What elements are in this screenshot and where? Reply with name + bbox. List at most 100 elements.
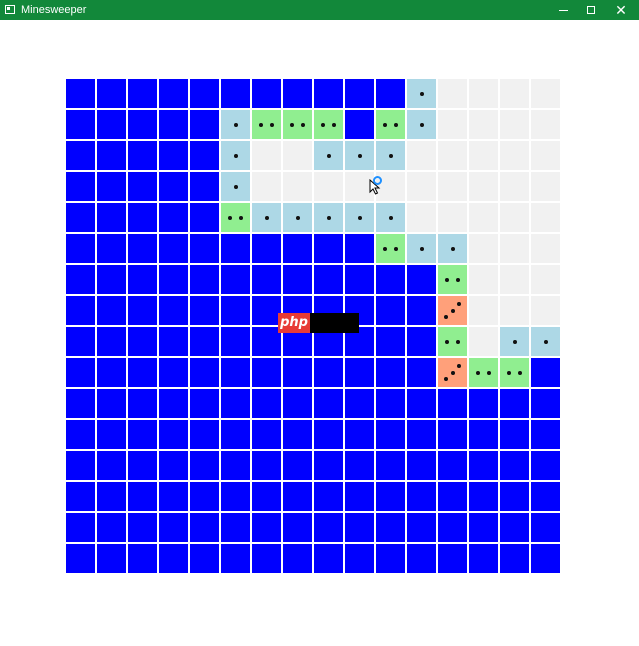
cell-hidden-r12c1[interactable] bbox=[97, 451, 126, 480]
cell-hidden-r0c0[interactable] bbox=[66, 79, 95, 108]
cell-hidden-r9c3[interactable] bbox=[159, 358, 188, 387]
cell-hidden-r8c10[interactable] bbox=[376, 327, 405, 356]
cell-hidden-r13c7[interactable] bbox=[283, 482, 312, 511]
cell-hidden-r13c11[interactable] bbox=[407, 482, 436, 511]
cell-hidden-r9c2[interactable] bbox=[128, 358, 157, 387]
cell-hidden-r11c13[interactable] bbox=[469, 420, 498, 449]
cell-hidden-r14c6[interactable] bbox=[252, 513, 281, 542]
cell-hidden-r0c5[interactable] bbox=[221, 79, 250, 108]
cell-hidden-r6c2[interactable] bbox=[128, 265, 157, 294]
cell-hidden-r2c3[interactable] bbox=[159, 141, 188, 170]
cell-hidden-r13c0[interactable] bbox=[66, 482, 95, 511]
cell-hidden-r9c9[interactable] bbox=[345, 358, 374, 387]
cell-hidden-r5c9[interactable] bbox=[345, 234, 374, 263]
cell-hidden-r15c15[interactable] bbox=[531, 544, 560, 573]
cell-hidden-r7c4[interactable] bbox=[190, 296, 219, 325]
cell-hidden-r8c0[interactable] bbox=[66, 327, 95, 356]
cell-hidden-r6c1[interactable] bbox=[97, 265, 126, 294]
cell-hidden-r11c2[interactable] bbox=[128, 420, 157, 449]
cell-hidden-r13c15[interactable] bbox=[531, 482, 560, 511]
cell-hidden-r15c10[interactable] bbox=[376, 544, 405, 573]
cell-hidden-r12c12[interactable] bbox=[438, 451, 467, 480]
cell-hidden-r11c10[interactable] bbox=[376, 420, 405, 449]
cell-hidden-r3c4[interactable] bbox=[190, 172, 219, 201]
cell-hidden-r14c9[interactable] bbox=[345, 513, 374, 542]
cell-hidden-r10c6[interactable] bbox=[252, 389, 281, 418]
cell-hidden-r14c4[interactable] bbox=[190, 513, 219, 542]
cell-hidden-r12c2[interactable] bbox=[128, 451, 157, 480]
cell-hidden-r15c3[interactable] bbox=[159, 544, 188, 573]
cell-hidden-r6c7[interactable] bbox=[283, 265, 312, 294]
cell-hidden-r9c1[interactable] bbox=[97, 358, 126, 387]
cell-hidden-r12c3[interactable] bbox=[159, 451, 188, 480]
cell-hidden-r13c2[interactable] bbox=[128, 482, 157, 511]
cell-hidden-r5c0[interactable] bbox=[66, 234, 95, 263]
cell-hidden-r8c3[interactable] bbox=[159, 327, 188, 356]
cell-hidden-r14c14[interactable] bbox=[500, 513, 529, 542]
cell-hidden-r11c8[interactable] bbox=[314, 420, 343, 449]
cell-hidden-r8c6[interactable] bbox=[252, 327, 281, 356]
cell-hidden-r0c3[interactable] bbox=[159, 79, 188, 108]
cell-hidden-r14c3[interactable] bbox=[159, 513, 188, 542]
cell-hidden-r4c1[interactable] bbox=[97, 203, 126, 232]
cell-hidden-r9c10[interactable] bbox=[376, 358, 405, 387]
cell-hidden-r9c6[interactable] bbox=[252, 358, 281, 387]
cell-hidden-r2c4[interactable] bbox=[190, 141, 219, 170]
cell-hidden-r3c1[interactable] bbox=[97, 172, 126, 201]
cell-hidden-r12c8[interactable] bbox=[314, 451, 343, 480]
cell-hidden-r7c6[interactable] bbox=[252, 296, 281, 325]
cell-hidden-r15c0[interactable] bbox=[66, 544, 95, 573]
cell-hidden-r5c1[interactable] bbox=[97, 234, 126, 263]
cell-hidden-r9c15[interactable] bbox=[531, 358, 560, 387]
cell-hidden-r8c5[interactable] bbox=[221, 327, 250, 356]
cell-hidden-r11c12[interactable] bbox=[438, 420, 467, 449]
cell-hidden-r12c14[interactable] bbox=[500, 451, 529, 480]
cell-hidden-r2c2[interactable] bbox=[128, 141, 157, 170]
cell-hidden-r15c13[interactable] bbox=[469, 544, 498, 573]
cell-hidden-r14c1[interactable] bbox=[97, 513, 126, 542]
cell-hidden-r10c7[interactable] bbox=[283, 389, 312, 418]
cell-hidden-r3c3[interactable] bbox=[159, 172, 188, 201]
cell-hidden-r15c14[interactable] bbox=[500, 544, 529, 573]
cell-hidden-r12c0[interactable] bbox=[66, 451, 95, 480]
cell-hidden-r6c5[interactable] bbox=[221, 265, 250, 294]
cell-hidden-r0c7[interactable] bbox=[283, 79, 312, 108]
cell-hidden-r10c1[interactable] bbox=[97, 389, 126, 418]
cell-hidden-r5c2[interactable] bbox=[128, 234, 157, 263]
cell-hidden-r6c10[interactable] bbox=[376, 265, 405, 294]
cell-hidden-r10c12[interactable] bbox=[438, 389, 467, 418]
cell-hidden-r13c13[interactable] bbox=[469, 482, 498, 511]
cell-hidden-r7c10[interactable] bbox=[376, 296, 405, 325]
cell-hidden-r1c2[interactable] bbox=[128, 110, 157, 139]
cell-hidden-r14c12[interactable] bbox=[438, 513, 467, 542]
close-button[interactable]: ✕ bbox=[606, 0, 636, 20]
cell-hidden-r13c10[interactable] bbox=[376, 482, 405, 511]
cell-hidden-r0c10[interactable] bbox=[376, 79, 405, 108]
cell-hidden-r15c1[interactable] bbox=[97, 544, 126, 573]
cell-hidden-r6c8[interactable] bbox=[314, 265, 343, 294]
cell-hidden-r6c3[interactable] bbox=[159, 265, 188, 294]
cell-hidden-r7c11[interactable] bbox=[407, 296, 436, 325]
cell-hidden-r5c5[interactable] bbox=[221, 234, 250, 263]
cell-hidden-r10c8[interactable] bbox=[314, 389, 343, 418]
cell-hidden-r7c0[interactable] bbox=[66, 296, 95, 325]
cell-hidden-r3c2[interactable] bbox=[128, 172, 157, 201]
cell-hidden-r4c2[interactable] bbox=[128, 203, 157, 232]
cell-hidden-r12c10[interactable] bbox=[376, 451, 405, 480]
cell-hidden-r2c0[interactable] bbox=[66, 141, 95, 170]
cell-hidden-r0c2[interactable] bbox=[128, 79, 157, 108]
cell-hidden-r9c8[interactable] bbox=[314, 358, 343, 387]
cell-hidden-r15c4[interactable] bbox=[190, 544, 219, 573]
cell-hidden-r15c5[interactable] bbox=[221, 544, 250, 573]
cell-hidden-r14c13[interactable] bbox=[469, 513, 498, 542]
cell-hidden-r15c6[interactable] bbox=[252, 544, 281, 573]
cell-hidden-r1c9[interactable] bbox=[345, 110, 374, 139]
cell-hidden-r4c3[interactable] bbox=[159, 203, 188, 232]
cell-hidden-r8c4[interactable] bbox=[190, 327, 219, 356]
cell-hidden-r10c2[interactable] bbox=[128, 389, 157, 418]
cell-hidden-r15c8[interactable] bbox=[314, 544, 343, 573]
cell-hidden-r0c4[interactable] bbox=[190, 79, 219, 108]
cell-hidden-r9c5[interactable] bbox=[221, 358, 250, 387]
cell-hidden-r14c0[interactable] bbox=[66, 513, 95, 542]
cell-hidden-r9c4[interactable] bbox=[190, 358, 219, 387]
